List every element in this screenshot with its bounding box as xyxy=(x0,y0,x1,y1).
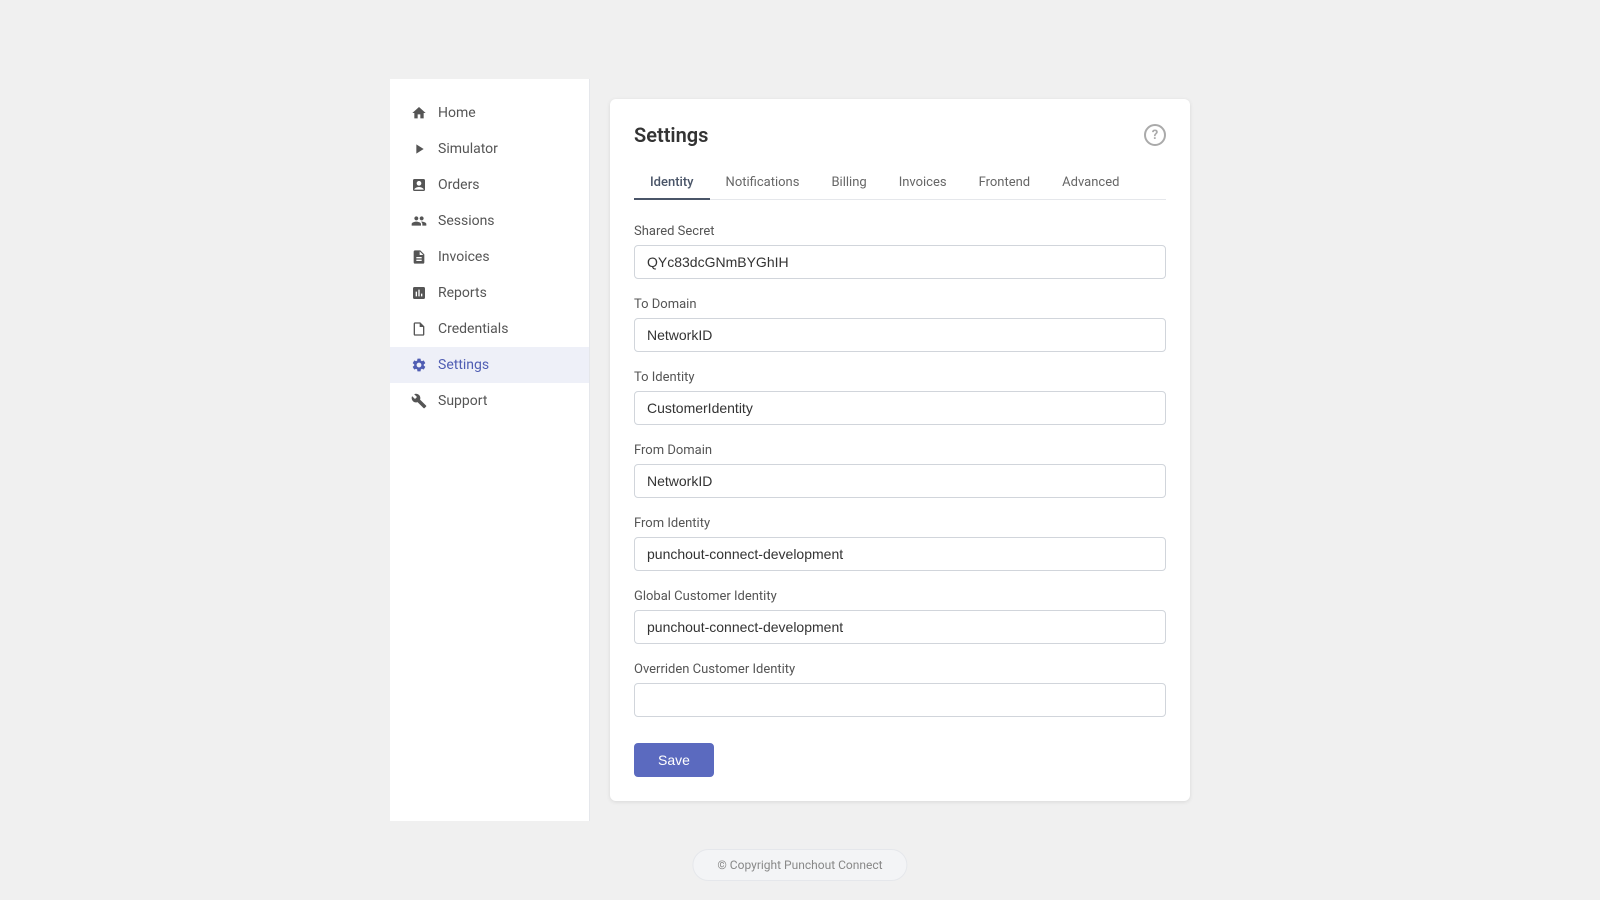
overriden-customer-identity-label: Overriden Customer Identity xyxy=(634,662,1166,677)
tabs-bar: Identity Notifications Billing Invoices … xyxy=(634,167,1166,200)
from-domain-label: From Domain xyxy=(634,443,1166,458)
sidebar-item-reports-label: Reports xyxy=(438,285,487,301)
sidebar-item-reports[interactable]: Reports xyxy=(390,275,589,311)
tab-notifications[interactable]: Notifications xyxy=(710,167,816,200)
sidebar-item-credentials-label: Credentials xyxy=(438,321,508,337)
from-identity-input[interactable] xyxy=(634,537,1166,571)
sidebar-item-home[interactable]: Home xyxy=(390,95,589,131)
to-identity-input[interactable] xyxy=(634,391,1166,425)
sidebar-item-invoices[interactable]: Invoices xyxy=(390,239,589,275)
credentials-icon xyxy=(410,320,428,338)
reports-icon xyxy=(410,284,428,302)
sidebar-item-home-label: Home xyxy=(438,105,476,121)
sidebar-item-simulator[interactable]: Simulator xyxy=(390,131,589,167)
from-domain-input[interactable] xyxy=(634,464,1166,498)
sidebar-item-sessions[interactable]: Sessions xyxy=(390,203,589,239)
help-button[interactable]: ? xyxy=(1144,124,1166,146)
invoices-icon xyxy=(410,248,428,266)
shared-secret-group: Shared Secret xyxy=(634,224,1166,279)
support-icon xyxy=(410,392,428,410)
tab-identity[interactable]: Identity xyxy=(634,167,710,200)
sidebar-item-support-label: Support xyxy=(438,393,487,409)
sessions-icon xyxy=(410,212,428,230)
simulator-icon xyxy=(410,140,428,158)
footer: © Copyright Punchout Connect xyxy=(692,849,907,881)
tab-billing[interactable]: Billing xyxy=(815,167,882,200)
shared-secret-label: Shared Secret xyxy=(634,224,1166,239)
sidebar-item-settings[interactable]: Settings xyxy=(390,347,589,383)
orders-icon xyxy=(410,176,428,194)
to-domain-group: To Domain xyxy=(634,297,1166,352)
sidebar-item-sessions-label: Sessions xyxy=(438,213,495,229)
save-button[interactable]: Save xyxy=(634,743,714,777)
tab-invoices[interactable]: Invoices xyxy=(883,167,963,200)
shared-secret-input[interactable] xyxy=(634,245,1166,279)
sidebar-item-credentials[interactable]: Credentials xyxy=(390,311,589,347)
global-customer-identity-input[interactable] xyxy=(634,610,1166,644)
sidebar-item-simulator-label: Simulator xyxy=(438,141,498,157)
sidebar-item-invoices-label: Invoices xyxy=(438,249,490,265)
tab-frontend[interactable]: Frontend xyxy=(963,167,1047,200)
from-identity-group: From Identity xyxy=(634,516,1166,571)
main-content: Settings ? Identity Notifications Billin… xyxy=(590,79,1210,821)
sidebar: Home Simulator Orders Sessions xyxy=(390,79,590,821)
tab-advanced[interactable]: Advanced xyxy=(1046,167,1135,200)
page-wrapper: Home Simulator Orders Sessions xyxy=(0,0,1600,900)
sidebar-item-orders-label: Orders xyxy=(438,177,480,193)
global-customer-identity-label: Global Customer Identity xyxy=(634,589,1166,604)
sidebar-item-orders[interactable]: Orders xyxy=(390,167,589,203)
sidebar-item-settings-label: Settings xyxy=(438,357,489,373)
overriden-customer-identity-group: Overriden Customer Identity xyxy=(634,662,1166,717)
to-domain-input[interactable] xyxy=(634,318,1166,352)
settings-header: Settings ? xyxy=(634,123,1166,147)
from-domain-group: From Domain xyxy=(634,443,1166,498)
outer-wrap: Home Simulator Orders Sessions xyxy=(390,79,1210,821)
to-identity-label: To Identity xyxy=(634,370,1166,385)
settings-card: Settings ? Identity Notifications Billin… xyxy=(610,99,1190,801)
to-domain-label: To Domain xyxy=(634,297,1166,312)
from-identity-label: From Identity xyxy=(634,516,1166,531)
global-customer-identity-group: Global Customer Identity xyxy=(634,589,1166,644)
overriden-customer-identity-input[interactable] xyxy=(634,683,1166,717)
to-identity-group: To Identity xyxy=(634,370,1166,425)
page-title: Settings xyxy=(634,123,708,147)
settings-icon xyxy=(410,356,428,374)
home-icon xyxy=(410,104,428,122)
sidebar-item-support[interactable]: Support xyxy=(390,383,589,419)
